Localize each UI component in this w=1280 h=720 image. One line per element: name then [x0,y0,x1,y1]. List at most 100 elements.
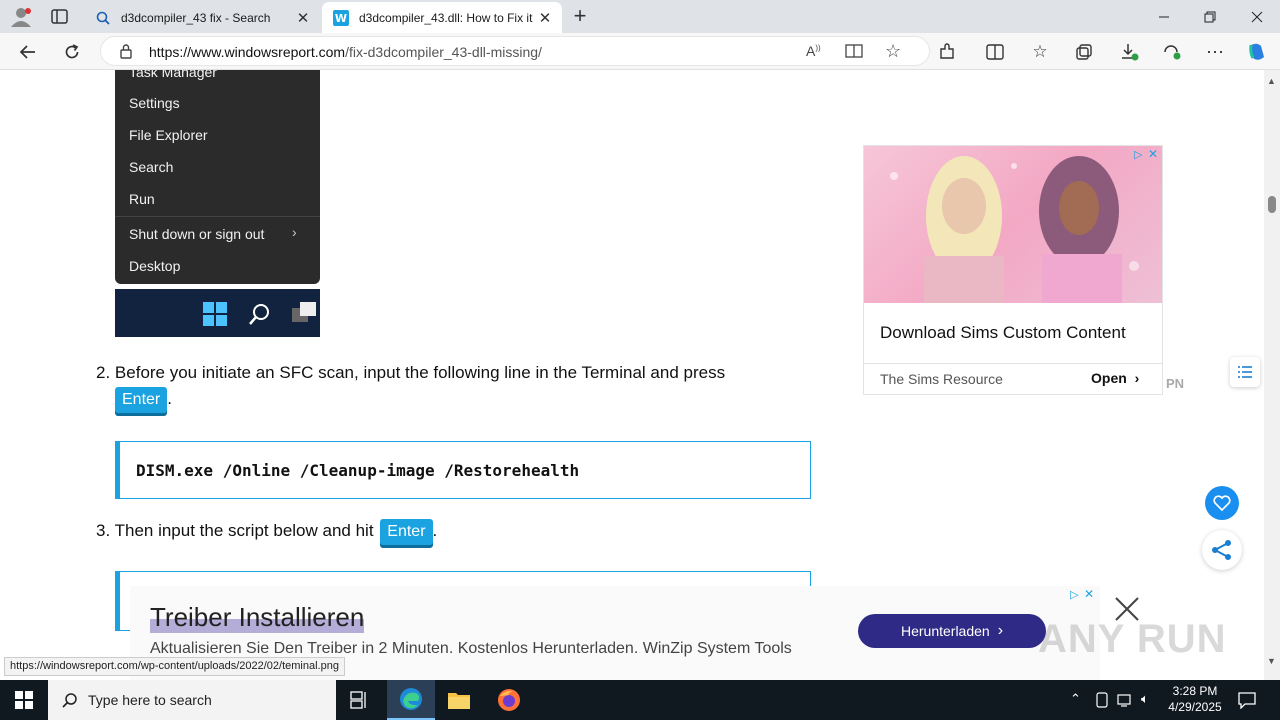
ad-close-icon[interactable]: ✕ [1148,147,1158,161]
notification-icon[interactable] [1238,691,1256,714]
ad-close-icon[interactable]: ✕ [1084,587,1094,601]
ad-bottom-headline[interactable]: Treiber Installieren [150,602,365,633]
address-bar[interactable]: https://www.windowsreport.com/fix-d3dcom… [100,36,930,66]
ad-advertiser: The Sims Resource [880,371,1003,387]
menu-item-run: Run [129,191,155,207]
new-tab-icon[interactable]: + [568,5,592,27]
link-status-url: https://windowsreport.com/wp-content/upl… [4,657,345,676]
tab-actions-icon[interactable] [50,8,70,26]
enter-key-label: Enter [380,519,433,545]
url-host: https://www.windowsreport.com [149,44,346,60]
scroll-down-icon[interactable]: ▼ [1267,656,1276,666]
performance-icon[interactable] [1157,37,1187,67]
windowsreport-favicon-icon: W [333,9,349,26]
chevron-right-icon: › [292,224,297,240]
search-icon [248,302,272,331]
file-explorer-taskbar-icon[interactable] [435,680,483,720]
url-path: /fix-d3dcompiler_43-dll-missing/ [345,44,542,60]
step-2-paragraph: 2. Before you initiate an SFC scan, inpu… [96,363,725,383]
clock-date: 4/29/2025 [1168,700,1222,714]
extensions-icon[interactable] [932,37,962,67]
task-view-icon[interactable] [336,680,384,720]
menu-item-settings: Settings [129,95,180,111]
taskbar-screenshot [115,289,320,337]
tab-strip: d3dcompiler_43 fix - Search ✕ W d3dcompi… [0,0,1280,33]
lock-icon[interactable] [119,43,133,64]
url-text[interactable]: https://www.windowsreport.com/fix-d3dcom… [149,44,542,60]
search-icon [62,692,78,711]
menu-item-task-manager: Task Manager [129,70,217,80]
menu-item-search: Search [129,159,174,175]
volume-icon[interactable]: 🔈︎ [1141,691,1149,707]
refresh-icon[interactable] [57,37,87,67]
adchoices-icon[interactable]: ▷ [1070,588,1078,601]
ad-sims[interactable]: ▷ ✕ Download Sims Custom Content The Sim… [863,145,1163,395]
menu-item-shutdown: Shut down or sign out [129,226,265,242]
minimize-icon[interactable] [1141,0,1187,33]
favorites-icon[interactable]: ☆ [1025,37,1055,67]
profile-icon[interactable] [8,5,34,29]
chevron-right-icon: › [997,622,1004,639]
menu-item-desktop: Desktop [129,258,181,274]
step-3-paragraph: 3. Then input the script below and hit E… [96,519,437,545]
firefox-taskbar-icon[interactable] [485,680,533,720]
enter-key-label: Enter [115,387,168,413]
restore-icon[interactable] [1187,0,1233,33]
scroll-thumb[interactable] [1268,196,1276,213]
ad-image-illustration [890,156,1139,303]
step-number: 2. [96,363,111,382]
tab-search[interactable]: d3dcompiler_43 fix - Search ✕ [84,2,320,33]
device-icon[interactable] [1095,692,1109,713]
favorite-star-icon[interactable]: ☆ [885,41,901,62]
edge-taskbar-icon[interactable] [387,680,435,720]
ad-divider [864,363,1162,364]
code-dism[interactable]: DISM.exe /Online /Cleanup-image /Restore… [136,461,579,480]
share-button[interactable] [1202,530,1242,570]
enter-key-badge: Enter. [115,387,172,413]
svg-text:W: W [335,12,347,25]
step-text: Then input the script below and hit [114,521,374,540]
close-window-icon[interactable] [1234,0,1280,33]
split-screen-icon[interactable] [980,37,1010,67]
read-aloud-icon[interactable]: A)) [806,43,821,59]
ad-image[interactable]: ▷ ✕ [864,146,1162,303]
copilot-icon[interactable] [1242,37,1272,67]
task-view-icon [292,302,318,329]
downloads-icon[interactable] [1114,37,1144,67]
system-clock[interactable]: 3:28 PM 4/29/2025 [1163,683,1227,715]
collections-icon[interactable] [1069,37,1099,67]
windows-logo-icon [15,691,33,709]
page-scrollbar[interactable]: ▲ ▼ [1264,70,1280,680]
start-button[interactable] [0,680,48,720]
share-icon [1212,540,1231,560]
web-page: Task Manager Settings File Explorer Sear… [0,70,1264,680]
favorite-heart-button[interactable] [1205,486,1239,520]
anyrun-watermark: ANY RUN [1038,617,1227,661]
ad-download-label: Herunterladen [900,623,990,639]
network-icon[interactable] [1117,692,1135,713]
close-tab-icon[interactable]: ✕ [534,9,556,27]
ad-download-button[interactable]: Herunterladen › [858,614,1046,648]
chevron-right-icon: › [1134,370,1140,386]
heart-icon [1213,495,1231,511]
back-icon[interactable] [13,37,43,67]
taskbar-search-box[interactable]: Type here to search [48,680,336,720]
address-bar-row: https://www.windowsreport.com/fix-d3dcom… [0,33,1280,70]
tab-windowsreport[interactable]: W d3dcompiler_43.dll: How to Fix it ✕ [322,2,562,33]
adchoices-icon[interactable]: ▷ [1134,148,1142,161]
ad-open-button[interactable]: Open › [1091,370,1139,386]
scroll-up-icon[interactable]: ▲ [1267,76,1276,86]
table-of-contents-icon[interactable] [1230,357,1260,387]
ad-open-label: Open [1091,370,1127,386]
show-hidden-icons[interactable]: ⌃ [1070,691,1081,707]
close-tab-icon[interactable]: ✕ [292,9,314,27]
tab-title: d3dcompiler_43.dll: How to Fix it [359,10,533,25]
more-options-icon[interactable]: ⋯ [1200,37,1230,67]
clock-time: 3:28 PM [1172,684,1218,698]
code-block: DISM.exe /Online /Cleanup-image /Restore… [115,441,811,499]
windows-taskbar: Type here to search ⌃ 🔈︎ 3:28 PM 4/29/20… [0,680,1280,720]
ad-headline[interactable]: Download Sims Custom Content [880,323,1126,343]
immersive-reader-icon[interactable] [845,43,863,64]
context-menu-screenshot: Task Manager Settings File Explorer Sear… [115,70,320,284]
step-number: 3. [96,521,111,540]
